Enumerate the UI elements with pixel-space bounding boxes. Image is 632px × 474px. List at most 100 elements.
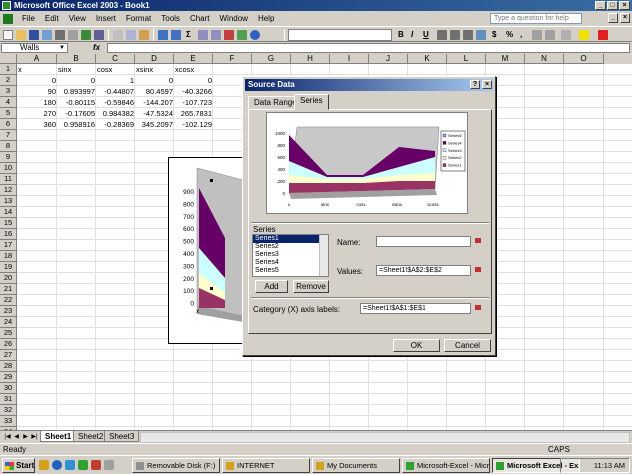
quicklaunch-excel-icon[interactable] [78,460,88,470]
category-labels-input[interactable]: =Sheet1!$A$1:$E$1 [360,303,471,314]
sort-ascending-icon[interactable] [198,30,208,40]
values-range-picker-icon[interactable] [472,265,483,275]
column-header[interactable]: E [174,54,213,64]
minimize-button[interactable]: _ [595,1,606,10]
quicklaunch-folder-icon[interactable] [39,460,49,470]
row-header[interactable]: 9 [0,152,17,163]
select-all-corner[interactable] [0,54,17,64]
column-header[interactable]: D [135,54,174,64]
italic-icon[interactable]: I [411,30,413,39]
window-title-bar[interactable]: Microsoft Office Excel 2003 - Book1 _ □ … [0,0,632,11]
cell-e5[interactable]: 265.7831 [174,108,213,119]
last-sheet-button[interactable]: ▶| [30,433,39,442]
horizontal-scrollbar[interactable] [140,432,630,443]
row-header[interactable]: 12 [0,185,17,196]
cell-c5[interactable]: 0.984382 [96,108,135,119]
autosum-icon[interactable]: Σ [186,30,191,39]
menu-tools[interactable]: Tools [156,11,185,26]
menu-help[interactable]: Help [253,11,279,26]
series-list-item[interactable]: Series1 [253,235,328,243]
quicklaunch-ie-icon[interactable] [52,460,62,470]
task-internet[interactable]: INTERNET [222,458,310,473]
row-header[interactable]: 6 [0,119,17,130]
series-listbox[interactable]: Series1 Series2 Series3 Series4 Series5 [252,234,329,277]
row-header[interactable]: 13 [0,196,17,207]
add-series-button[interactable]: Add [255,280,288,293]
row-header[interactable]: 32 [0,405,17,416]
row-header[interactable]: 14 [0,207,17,218]
formula-input[interactable] [107,43,630,53]
series-list-item[interactable]: Series4 [253,259,328,267]
cell-c3[interactable]: -0.44807 [96,86,135,97]
column-header[interactable]: B [57,54,96,64]
sheet-tab-sheet1[interactable]: Sheet1 [40,431,77,442]
cell-b3[interactable]: 0.893997 [57,86,96,97]
column-header[interactable]: O [564,54,604,64]
research-icon[interactable] [94,30,104,40]
selection-handle[interactable] [210,287,213,290]
row-header[interactable]: 10 [0,163,17,174]
align-right-icon[interactable] [463,30,473,40]
cell-d4[interactable]: -144.207 [135,97,174,108]
chart-wizard-icon[interactable] [224,30,234,40]
row-header[interactable]: 30 [0,383,17,394]
embedded-chart[interactable]: 900 800 700 600 500 400 300 200 100 0 x [168,157,246,344]
row-header[interactable]: 28 [0,361,17,372]
task-microsoft-excel-micr[interactable]: Microsoft-Excel - Micr... [402,458,490,473]
bold-icon[interactable]: B [398,30,404,39]
cell-b5[interactable]: -0.17605 [57,108,96,119]
help-icon[interactable] [250,30,260,40]
cell-b1[interactable]: sinx [57,64,96,75]
align-left-icon[interactable] [437,30,447,40]
insert-function-icon[interactable]: fx [93,43,100,52]
cell-e4[interactable]: -107.723 [174,97,213,108]
row-header[interactable]: 15 [0,218,17,229]
row-header[interactable]: 22 [0,295,17,306]
workbook-minimize-button[interactable]: _ [608,13,618,23]
redo-icon[interactable] [171,30,181,40]
dialog-help-button[interactable]: ? [470,80,480,89]
series-list-scrollbar[interactable] [319,235,328,276]
font-name-select[interactable] [288,29,392,41]
row-header[interactable]: 24 [0,317,17,328]
menu-edit[interactable]: Edit [40,11,64,26]
row-header[interactable]: 33 [0,416,17,427]
column-header[interactable]: H [291,54,330,64]
column-header[interactable]: N [525,54,564,64]
cell-d1[interactable]: xsinx [135,64,174,75]
cell-d2[interactable]: 0 [135,75,174,86]
cell-c2[interactable]: 1 [96,75,135,86]
row-header[interactable]: 21 [0,284,17,295]
undo-icon[interactable] [158,30,168,40]
quicklaunch-desktop-icon[interactable] [104,460,114,470]
column-header[interactable]: A [17,54,57,64]
series-list-item[interactable]: Series2 [253,243,328,251]
merge-center-icon[interactable] [476,30,486,40]
clock[interactable]: 11:13 AM [594,461,625,470]
task-removable-disk[interactable]: Removable Disk (F:) [132,458,220,473]
row-header[interactable]: 5 [0,108,17,119]
series-values-input[interactable]: =Sheet1!$A$2:$E$2 [376,265,471,276]
permission-icon[interactable] [42,30,52,40]
row-header[interactable]: 7 [0,130,17,141]
row-header[interactable]: 8 [0,141,17,152]
menu-format[interactable]: Format [121,11,156,26]
save-icon[interactable] [29,30,39,40]
sheet-tab-sheet3[interactable]: Sheet3 [104,431,140,442]
cell-e3[interactable]: -40.3266 [174,86,213,97]
cell-d5[interactable]: -47.5324 [135,108,174,119]
series-name-input[interactable] [376,236,471,247]
fill-color-icon[interactable] [579,30,589,40]
spelling-icon[interactable] [81,30,91,40]
row-header[interactable]: 2 [0,75,17,86]
cell-a2[interactable]: 0 [17,75,57,86]
cell-c4[interactable]: -0.59846 [96,97,135,108]
cell-a4[interactable]: 180 [17,97,57,108]
task-my-documents[interactable]: My Documents [312,458,400,473]
percent-icon[interactable]: % [506,30,513,39]
currency-icon[interactable]: $ [492,30,496,39]
cell-d6[interactable]: 345.2097 [135,119,174,130]
start-button[interactable]: Start [2,458,35,473]
excel-app-icon[interactable] [2,1,11,10]
name-range-picker-icon[interactable] [472,236,483,246]
